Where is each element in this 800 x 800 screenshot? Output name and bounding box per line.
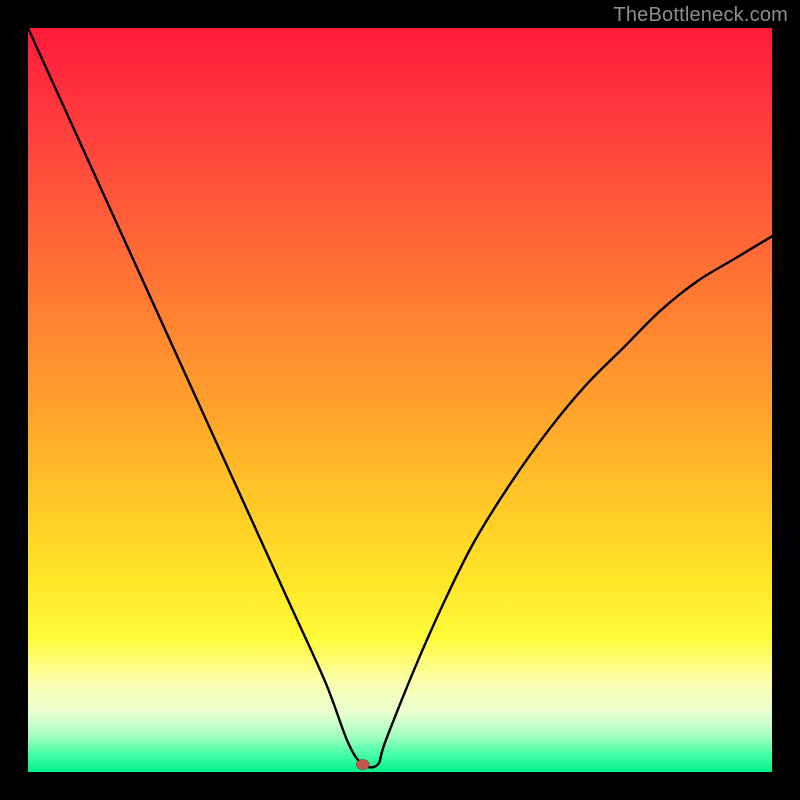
plot-area	[28, 28, 772, 772]
minimum-marker-icon	[356, 760, 369, 770]
curve-svg	[28, 28, 772, 772]
chart-frame: TheBottleneck.com	[0, 0, 800, 800]
bottleneck-curve-path	[28, 28, 772, 767]
watermark-text: TheBottleneck.com	[613, 4, 788, 27]
